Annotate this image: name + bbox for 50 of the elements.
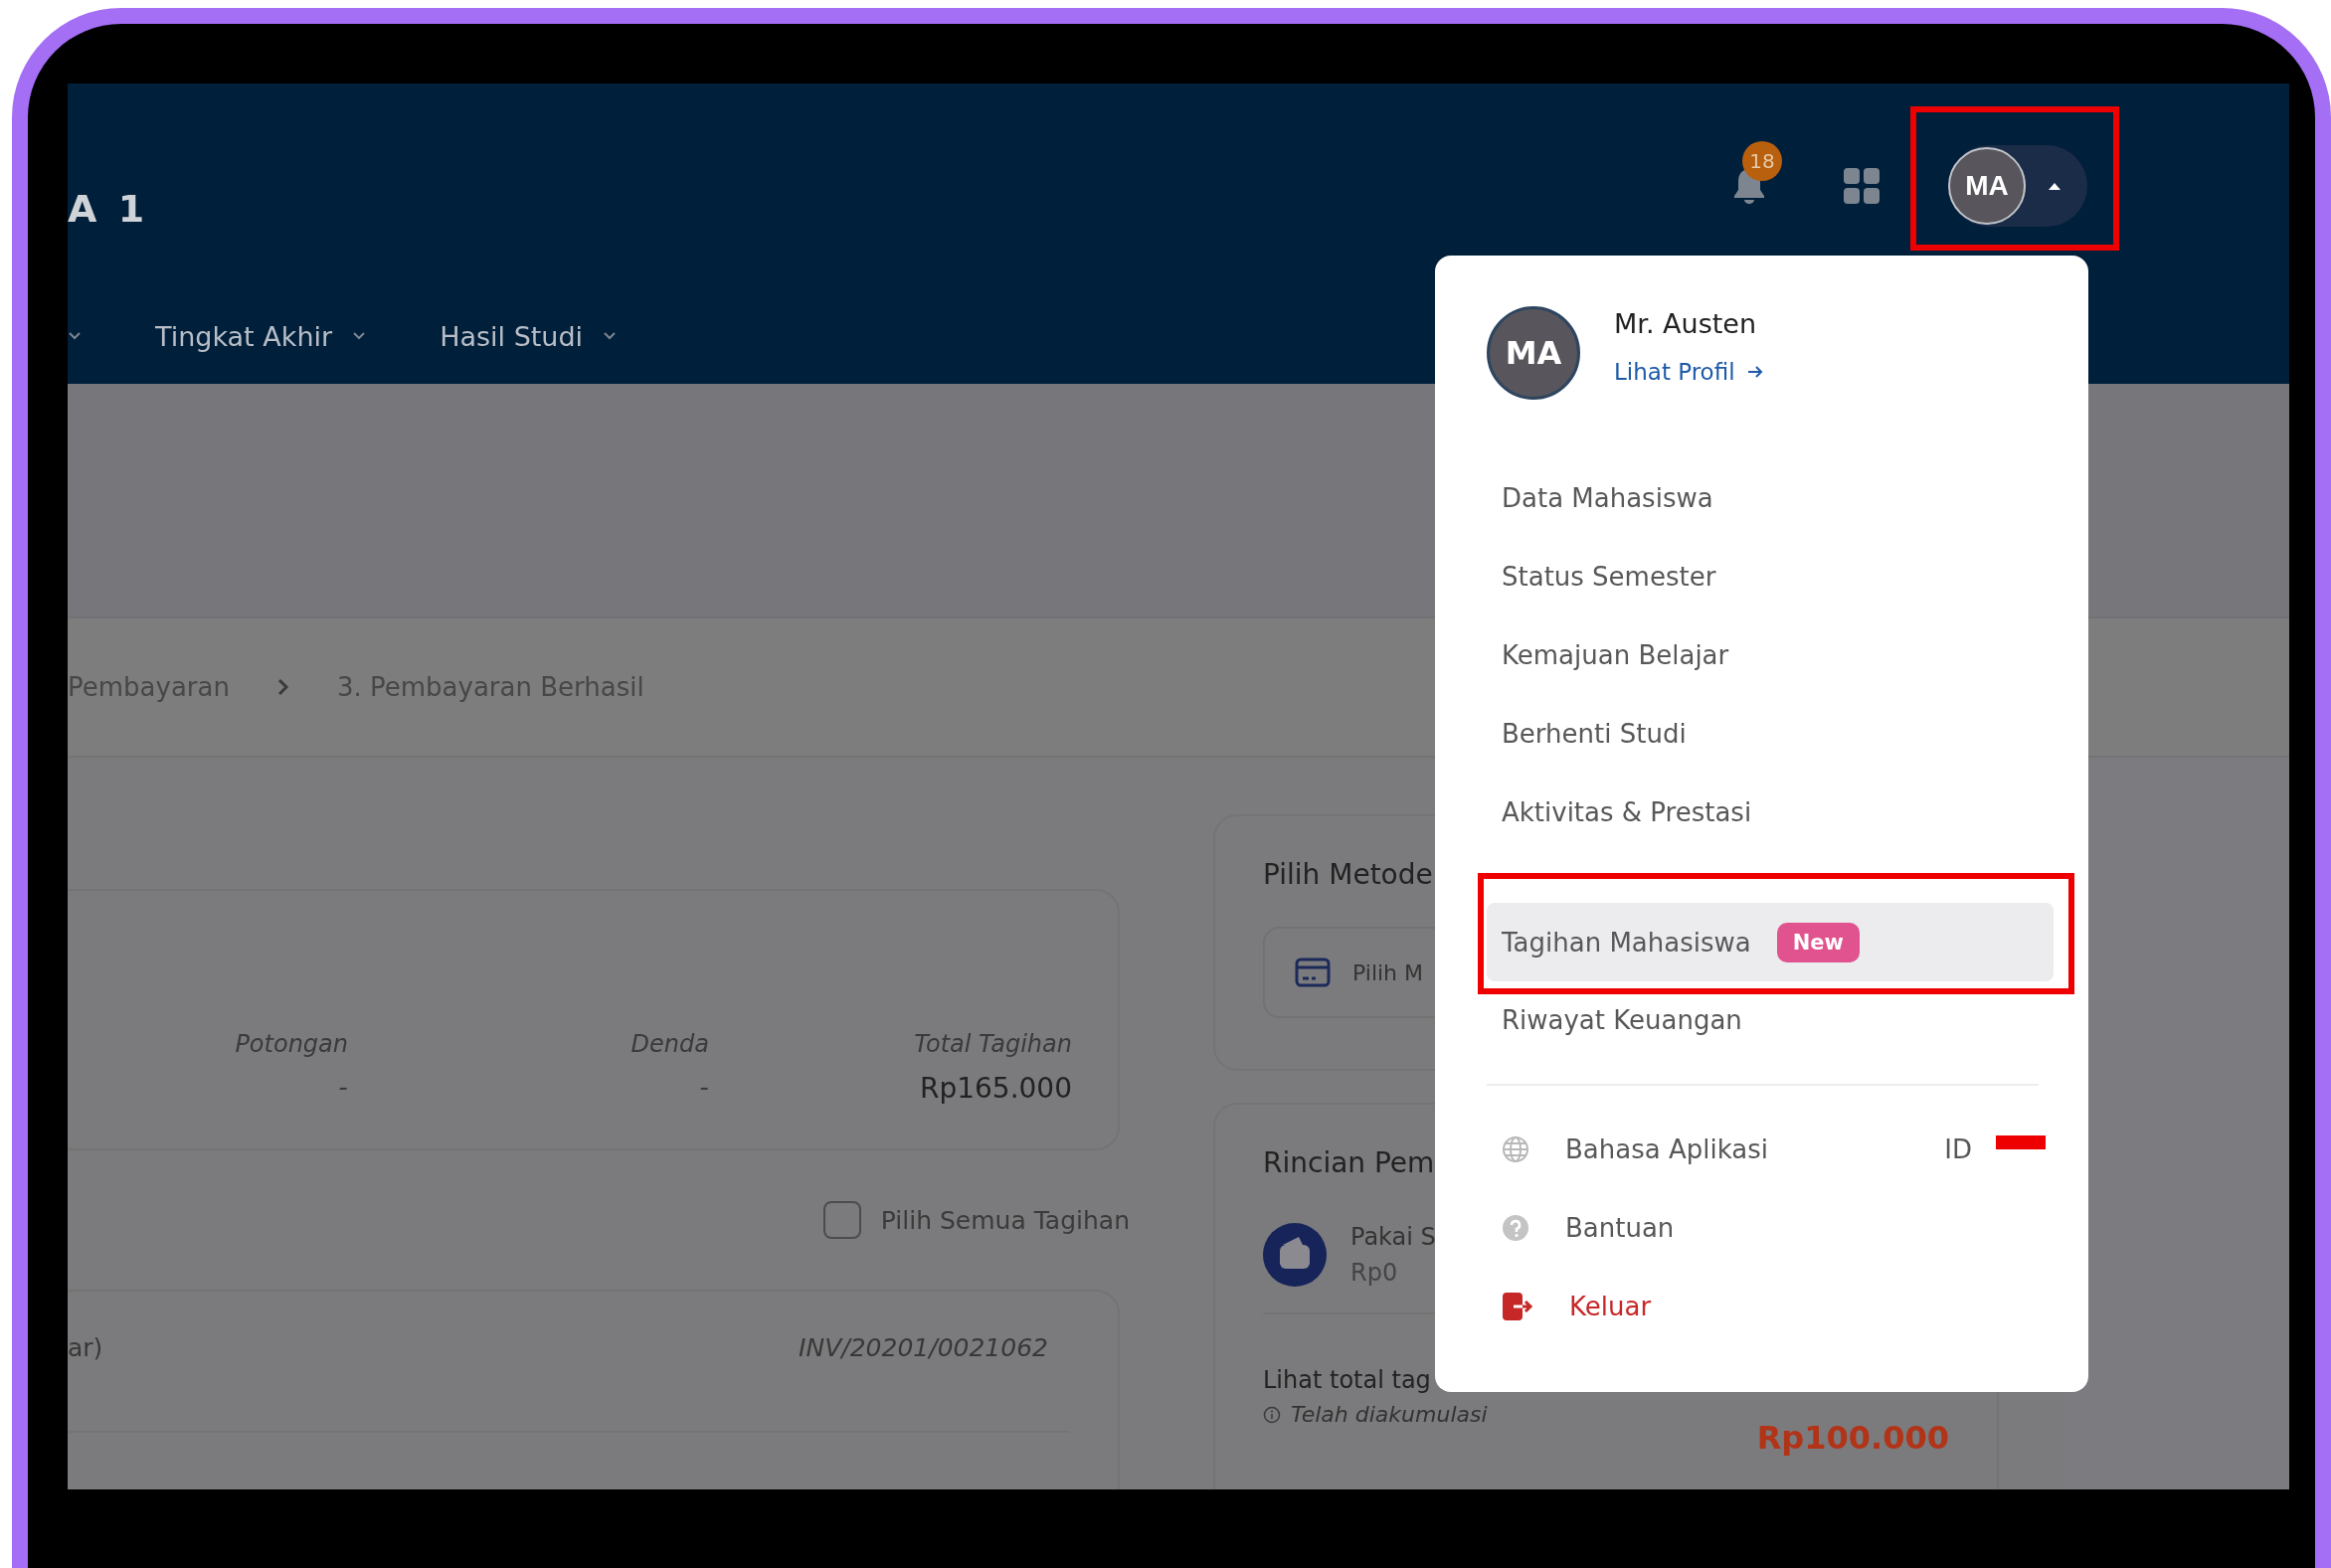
nav-menu-item[interactable]: Hasil Studi (440, 320, 618, 352)
chevron-right-icon (276, 678, 289, 696)
checkbox[interactable] (822, 1201, 861, 1239)
column-value: - (337, 1072, 348, 1102)
info-icon (1263, 1405, 1281, 1424)
menu-item[interactable]: Data Mahasiswa (1487, 458, 2056, 537)
notification-badge: 18 (1742, 141, 1782, 181)
chevron-down-icon (352, 331, 367, 341)
menu-item[interactable]: Status Semester (1487, 537, 2056, 615)
menu-item[interactable]: Berhenti Studi (1487, 694, 2056, 773)
avatar: MA (1487, 306, 1580, 400)
total-label: Lihat total tag (1263, 1366, 1431, 1394)
logout-icon (1502, 1291, 1533, 1321)
app-title: A 1 (68, 187, 149, 231)
arrow-right-icon (1746, 365, 1763, 379)
card-title: Pilih Metode (1263, 858, 1433, 891)
globe-icon (1502, 1134, 1529, 1163)
menu-item[interactable]: Bahasa Aplikasi ID (1487, 1110, 2056, 1188)
menu-item[interactable]: Kemajuan Belajar (1487, 615, 2056, 694)
view-profile-link[interactable]: Lihat Profil (1614, 359, 1763, 385)
total-amount: Rp100.000 (1756, 1419, 1949, 1457)
column-label: Potongan (234, 1030, 348, 1058)
column-label: Denda (629, 1030, 709, 1058)
menu-item[interactable]: Bantuan (1487, 1188, 2056, 1267)
menu-item[interactable]: Keluar (1487, 1267, 2056, 1345)
menu-item[interactable]: Aktivitas & Prestasi (1487, 773, 2056, 851)
column-value: - (698, 1072, 709, 1102)
wallet-amount: Rp0 (1350, 1259, 1399, 1287)
user-name: Mr. Austen (1614, 308, 1758, 339)
accumulated-note: Telah diakumulasi (1291, 1402, 1488, 1427)
menu-item[interactable]: Riwayat Keuangan (1487, 980, 2056, 1059)
nav-menu-item[interactable]: Tingkat Akhir (155, 320, 367, 352)
wallet-icon (1263, 1223, 1327, 1287)
language-code: ID (1944, 1133, 1972, 1164)
credit-card-icon (1295, 958, 1331, 987)
chevron-down-icon (68, 331, 82, 341)
menu-item[interactable]: Tagihan Mahasiswa New (1487, 903, 2054, 981)
invoice-title: ar) (68, 1332, 103, 1362)
column-label: Total Tagihan (913, 1030, 1072, 1058)
flag-icon (1996, 1135, 2046, 1149)
new-badge: New (1776, 922, 1860, 962)
profile-menu-button[interactable]: MA (1948, 145, 2087, 227)
card-title: Rincian Pem (1263, 1146, 1435, 1179)
wallet-label: Pakai S (1350, 1223, 1436, 1251)
avatar: MA (1948, 147, 2026, 225)
column-value: Rp165.000 (919, 1072, 1072, 1105)
invoice-number: INV/20201/0021062 (799, 1332, 1048, 1362)
help-icon (1502, 1213, 1529, 1242)
chevron-down-icon (603, 331, 618, 341)
apps-grid-icon (1844, 168, 1880, 204)
